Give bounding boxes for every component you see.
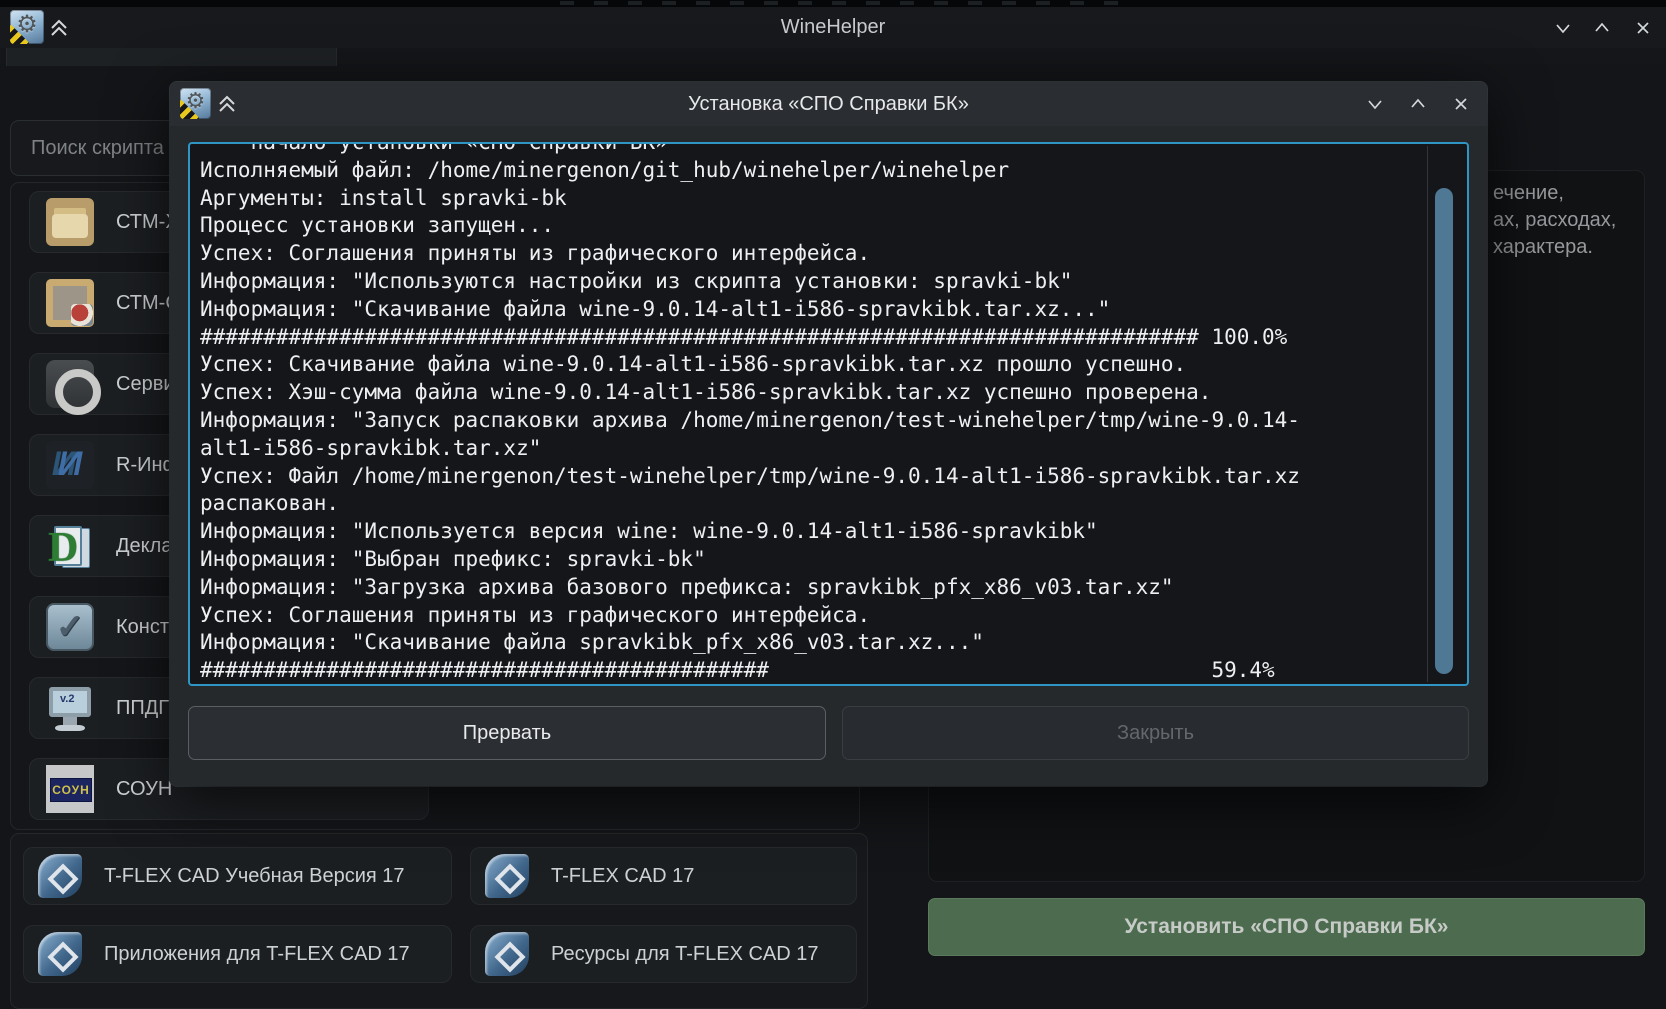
tflex-shield-icon xyxy=(485,932,529,976)
script-item-label: Серви xyxy=(116,373,175,396)
close-button[interactable] xyxy=(1632,17,1654,39)
winehelper-app-icon: ⚙ xyxy=(180,88,211,119)
scrollbar-thumb[interactable] xyxy=(1435,188,1453,674)
window-title: WineHelper xyxy=(0,7,1666,48)
tflex-shield-icon xyxy=(38,932,82,976)
log-progress-line-download: ########################################… xyxy=(200,324,1430,352)
maximize-button[interactable] xyxy=(1407,93,1429,115)
stm-x-icon xyxy=(46,198,94,246)
winehelper-main-window: ⚙ WineHelper xyxy=(0,0,1666,1009)
log-line: распакован. xyxy=(200,490,1430,518)
description-fragment: ечение, xyxy=(1493,182,1564,205)
log-line: Успех: Соглашения приняты из графическог… xyxy=(200,240,1430,268)
stm-c-icon xyxy=(46,279,94,327)
script-item-label: Конст xyxy=(116,616,169,639)
declaration-icon: D xyxy=(46,522,94,570)
background-window-sliver xyxy=(0,0,1666,7)
tflex-panel: T-FLEX CAD Учебная Версия 17 T-FLEX CAD … xyxy=(10,833,868,1009)
log-line: Процесс установки запущен... xyxy=(200,212,1430,240)
script-item-tflex-resources[interactable]: Ресурсы для T-FLEX CAD 17 xyxy=(470,925,857,983)
main-titlebar: ⚙ WineHelper xyxy=(0,7,1666,48)
service-ring-icon xyxy=(46,360,94,408)
scrollbar-track-divider xyxy=(1427,146,1428,682)
description-fragment: характера. xyxy=(1493,236,1593,259)
r-inf-icon xyxy=(46,441,94,489)
dialog-title: Установка «СПО Справки БК» xyxy=(170,82,1487,126)
green-d-shape: D xyxy=(48,524,78,572)
log-line: Успех: Файл /home/minergenon/test-winehe… xyxy=(200,463,1430,491)
minimize-button[interactable] xyxy=(1364,93,1386,115)
script-item-label: Приложения для T-FLEX CAD 17 xyxy=(104,943,410,966)
keep-above-icon[interactable] xyxy=(214,93,240,115)
log-line: Информация: "Загрузка архива базового пр… xyxy=(200,574,1430,602)
dialog-titlebar: ⚙ Установка «СПО Справки БК» xyxy=(170,82,1487,126)
monitor-v2-icon: v.2 xyxy=(46,684,94,732)
script-item-tflex-cad[interactable]: T-FLEX CAD 17 xyxy=(470,847,857,905)
log-line: Информация: "Используются настройки из с… xyxy=(200,268,1430,296)
install-spravki-bk-button[interactable]: Установить «СПО Справки БК» xyxy=(928,898,1645,956)
log-text: начало установки «СПО Справки БК» Исполн… xyxy=(200,142,1430,685)
script-item-tflex-apps[interactable]: Приложения для T-FLEX CAD 17 xyxy=(23,925,452,983)
log-line: alt1-i586-spravkibk.tar.xz" xyxy=(200,435,1430,463)
log-progress-line-prefix: ########################################… xyxy=(200,657,1430,685)
script-item-label: ППДГ xyxy=(116,697,169,720)
log-line: Успех: Хэш-сумма файла wine-9.0.14-alt1-… xyxy=(200,379,1430,407)
soun-icon xyxy=(46,765,94,813)
script-item-label: T-FLEX CAD 17 xyxy=(551,865,694,888)
log-line: начало установки «СПО Справки БК» xyxy=(200,142,1430,157)
log-line: Информация: "Скачивание файла spravkibk_… xyxy=(200,629,1430,657)
script-item-label: Ресурсы для T-FLEX CAD 17 xyxy=(551,943,819,966)
log-line: Исполняемый файл: /home/minergenon/git_h… xyxy=(200,157,1430,185)
script-item-label: T-FLEX CAD Учебная Версия 17 xyxy=(104,865,405,888)
script-item-tflex-edu[interactable]: T-FLEX CAD Учебная Версия 17 xyxy=(23,847,452,905)
tflex-shield-icon xyxy=(38,854,82,898)
install-log-output[interactable]: начало установки «СПО Справки БК» Исполн… xyxy=(188,142,1469,686)
checkmark-box-icon xyxy=(46,603,94,651)
tflex-shield-icon xyxy=(485,854,529,898)
script-item-label: Декла xyxy=(116,535,172,558)
winehelper-app-icon: ⚙ xyxy=(10,10,44,44)
log-line: Информация: "Выбран префикс: spravki-bk" xyxy=(200,546,1430,574)
log-line: Информация: "Запуск распаковки архива /h… xyxy=(200,407,1430,435)
log-line: Успех: Скачивание файла wine-9.0.14-alt1… xyxy=(200,351,1430,379)
maximize-button[interactable] xyxy=(1591,17,1613,39)
close-button[interactable] xyxy=(1450,93,1472,115)
background-window-marks xyxy=(560,1,1120,5)
log-line: Информация: "Используется версия wine: w… xyxy=(200,518,1430,546)
description-fragment: ах, расходах, xyxy=(1493,209,1616,232)
log-line: Информация: "Скачивание файла wine-9.0.1… xyxy=(200,296,1430,324)
log-line: Аргументы: install spravki-bk xyxy=(200,185,1430,213)
monitor-base-shape xyxy=(55,725,85,731)
close-dialog-button: Закрыть xyxy=(842,706,1469,760)
minimize-button[interactable] xyxy=(1552,17,1574,39)
monitor-stand-shape xyxy=(63,717,77,725)
script-item-label: СОУН xyxy=(116,778,172,801)
install-dialog: ⚙ Установка «СПО Справки БК» xyxy=(170,82,1487,786)
keep-above-icon[interactable] xyxy=(46,16,72,40)
monitor-v2-text: v.2 xyxy=(60,693,74,705)
abort-button[interactable]: Прервать xyxy=(188,706,826,760)
log-line: Успех: Соглашения приняты из графическог… xyxy=(200,602,1430,630)
